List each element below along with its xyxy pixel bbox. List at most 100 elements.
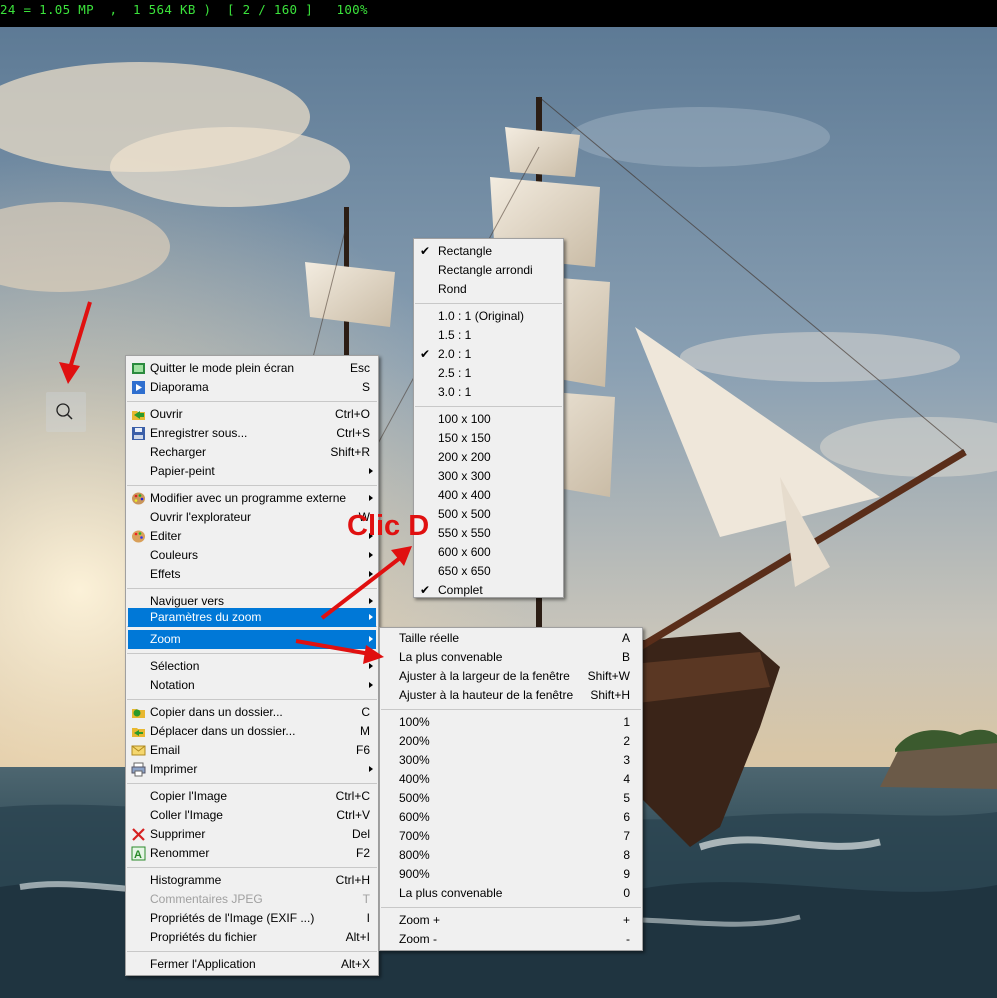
menu-item-couleurs[interactable]: Couleurs bbox=[128, 546, 376, 565]
menu-item-proprietes-du-fichier[interactable]: Propriétés du fichier Alt+I bbox=[128, 928, 376, 947]
menu-item-notation[interactable]: Notation bbox=[128, 676, 376, 695]
zoom-item-700[interactable]: 700% 7 bbox=[382, 827, 640, 846]
menu-item-label: La plus convenable bbox=[399, 650, 503, 664]
zoom-param-100-x-100[interactable]: 100 x 100 bbox=[416, 410, 561, 429]
email-icon bbox=[131, 743, 146, 758]
menu-item-label: 300% bbox=[399, 753, 430, 767]
menu-item-recharger[interactable]: Recharger Shift+R bbox=[128, 443, 376, 462]
palette-icon bbox=[131, 491, 146, 506]
svg-text:A: A bbox=[134, 849, 142, 861]
zoom-param-rectangle[interactable]: ✔ Rectangle bbox=[416, 242, 561, 261]
zoom-item-200[interactable]: 200% 2 bbox=[382, 732, 640, 751]
menu-item-zoom[interactable]: Zoom bbox=[128, 630, 376, 649]
menu-item-label: 2.5 : 1 bbox=[438, 366, 472, 380]
menu-item-papier-peint[interactable]: Papier-peint bbox=[128, 462, 376, 481]
zoom-param-400-x-400[interactable]: 400 x 400 bbox=[416, 486, 561, 505]
menu-item-label: 650 x 650 bbox=[438, 564, 491, 578]
zoom-item-600[interactable]: 600% 6 bbox=[382, 808, 640, 827]
menu-item-label: Enregistrer sous... bbox=[150, 426, 248, 440]
menu-item-label: Couleurs bbox=[150, 548, 199, 562]
zoom-param-rectangle-arrondi[interactable]: Rectangle arrondi bbox=[416, 261, 561, 280]
zoom-item-la-plus-convenable[interactable]: La plus convenable B bbox=[382, 648, 640, 667]
menu-item-imprimer[interactable]: Imprimer bbox=[128, 760, 376, 779]
menu-item-shortcut: 1 bbox=[623, 715, 630, 729]
zoom-item-taille-reelle[interactable]: Taille réelle A bbox=[382, 629, 640, 648]
menu-item-shortcut: Ctrl+V bbox=[336, 808, 370, 822]
zoom-item-zoom[interactable]: Zoom + + bbox=[382, 911, 640, 930]
zoom-param-650-x-650[interactable]: 650 x 650 bbox=[416, 562, 561, 581]
menu-item-renommer[interactable]: A Renommer F2 bbox=[128, 844, 376, 863]
zoom-item-ajuster-a-la-hauteur-de-la-fenetre[interactable]: Ajuster à la hauteur de la fenêtre Shift+… bbox=[382, 686, 640, 705]
menu-item-parametres-du-zoom[interactable]: Paramètres du zoom bbox=[128, 608, 376, 627]
menu-item-quitter-le-mode-plein-ecran[interactable]: Quitter le mode plein écran Esc bbox=[128, 359, 376, 378]
menu-separator bbox=[381, 907, 641, 908]
menu-item-label: Paramètres du zoom bbox=[150, 610, 262, 624]
menu-item-email[interactable]: Email F6 bbox=[128, 741, 376, 760]
menu-item-ouvrir[interactable]: Ouvrir Ctrl+O bbox=[128, 405, 376, 424]
menu-item-label: 1.0 : 1 (Original) bbox=[438, 309, 525, 323]
zoom-param-2-5-1[interactable]: 2.5 : 1 bbox=[416, 364, 561, 383]
zoom-item-500[interactable]: 500% 5 bbox=[382, 789, 640, 808]
zoom-item-900[interactable]: 900% 9 bbox=[382, 865, 640, 884]
magnifier-button[interactable] bbox=[46, 392, 86, 432]
zoom-param-600-x-600[interactable]: 600 x 600 bbox=[416, 543, 561, 562]
zoom-item-300[interactable]: 300% 3 bbox=[382, 751, 640, 770]
menu-item-ouvrir-l-explorateur[interactable]: Ouvrir l'explorateur W bbox=[128, 508, 376, 527]
menu-item-deplacer-dans-un-dossier[interactable]: Déplacer dans un dossier... M bbox=[128, 722, 376, 741]
menu-item-label: Rectangle arrondi bbox=[438, 263, 533, 277]
menu-item-label: Déplacer dans un dossier... bbox=[150, 724, 296, 738]
menu-item-editer[interactable]: Editer bbox=[128, 527, 376, 546]
menu-item-diaporama[interactable]: Diaporama S bbox=[128, 378, 376, 397]
zoom-param-3-0-1[interactable]: 3.0 : 1 bbox=[416, 383, 561, 402]
menu-item-selection[interactable]: Sélection bbox=[128, 657, 376, 676]
menu-item-shortcut: B bbox=[621, 650, 630, 664]
menu-item-shortcut: 9 bbox=[623, 867, 630, 881]
menu-separator bbox=[127, 699, 377, 700]
zoom-param-150-x-150[interactable]: 150 x 150 bbox=[416, 429, 561, 448]
zoom-param-500-x-500[interactable]: 500 x 500 bbox=[416, 505, 561, 524]
menu-item-shortcut: 0 bbox=[623, 886, 630, 900]
submenu-arrow-icon bbox=[369, 571, 373, 577]
zoom-item-zoom[interactable]: Zoom - - bbox=[382, 930, 640, 949]
menu-item-modifier-avec-un-programme-externe[interactable]: Modifier avec un programme externe bbox=[128, 489, 376, 508]
menu-item-enregistrer-sous[interactable]: Enregistrer sous... Ctrl+S bbox=[128, 424, 376, 443]
zoom-param-complet[interactable]: ✔ Complet bbox=[416, 581, 561, 600]
menu-item-copier-dans-un-dossier[interactable]: Copier dans un dossier... C bbox=[128, 703, 376, 722]
submenu-arrow-icon bbox=[369, 682, 373, 688]
zoom-param-1-0-1-original[interactable]: 1.0 : 1 (Original) bbox=[416, 307, 561, 326]
zoom-param-200-x-200[interactable]: 200 x 200 bbox=[416, 448, 561, 467]
zoom-item-ajuster-a-la-largeur-de-la-fenetre[interactable]: Ajuster à la largeur de la fenêtre Shift+… bbox=[382, 667, 640, 686]
submenu-arrow-icon bbox=[369, 495, 373, 501]
zoom-param-300-x-300[interactable]: 300 x 300 bbox=[416, 467, 561, 486]
menu-item-shortcut: Shift+R bbox=[330, 445, 370, 459]
zoom-item-la-plus-convenable[interactable]: La plus convenable 0 bbox=[382, 884, 640, 903]
zoom-param-2-0-1[interactable]: ✔ 2.0 : 1 bbox=[416, 345, 561, 364]
copy-folder-icon bbox=[131, 705, 146, 720]
submenu-arrow-icon bbox=[369, 766, 373, 772]
menu-item-effets[interactable]: Effets bbox=[128, 565, 376, 584]
rename-icon: A bbox=[131, 846, 146, 861]
menu-item-coller-l-image[interactable]: Coller l'Image Ctrl+V bbox=[128, 806, 376, 825]
menu-separator bbox=[127, 588, 377, 589]
menu-item-proprietes-de-l-image-exif[interactable]: Propriétés de l'Image (EXIF ...) I bbox=[128, 909, 376, 928]
submenu-arrow-icon bbox=[369, 636, 373, 642]
menu-item-label: Notation bbox=[150, 678, 195, 692]
menu-separator bbox=[127, 485, 377, 486]
zoom-param-rond[interactable]: Rond bbox=[416, 280, 561, 299]
menu-item-commentaires-jpeg[interactable]: Commentaires JPEG T bbox=[128, 890, 376, 909]
zoom-item-400[interactable]: 400% 4 bbox=[382, 770, 640, 789]
menu-item-copier-l-image[interactable]: Copier l'Image Ctrl+C bbox=[128, 787, 376, 806]
zoom-item-800[interactable]: 800% 8 bbox=[382, 846, 640, 865]
menu-item-shortcut: Shift+W bbox=[587, 669, 630, 683]
checkmark-icon: ✔ bbox=[420, 347, 431, 361]
menu-item-histogramme[interactable]: Histogramme Ctrl+H bbox=[128, 871, 376, 890]
menu-item-label: Fermer l'Application bbox=[150, 957, 256, 971]
menu-item-label: 400% bbox=[399, 772, 430, 786]
menu-item-shortcut: Ctrl+H bbox=[335, 873, 370, 887]
zoom-param-1-5-1[interactable]: 1.5 : 1 bbox=[416, 326, 561, 345]
menu-item-supprimer[interactable]: Supprimer Del bbox=[128, 825, 376, 844]
menu-item-label: Recharger bbox=[150, 445, 207, 459]
zoom-param-550-x-550[interactable]: 550 x 550 bbox=[416, 524, 561, 543]
menu-item-fermer-l-application[interactable]: Fermer l'Application Alt+X bbox=[128, 955, 376, 974]
zoom-item-100[interactable]: 100% 1 bbox=[382, 713, 640, 732]
